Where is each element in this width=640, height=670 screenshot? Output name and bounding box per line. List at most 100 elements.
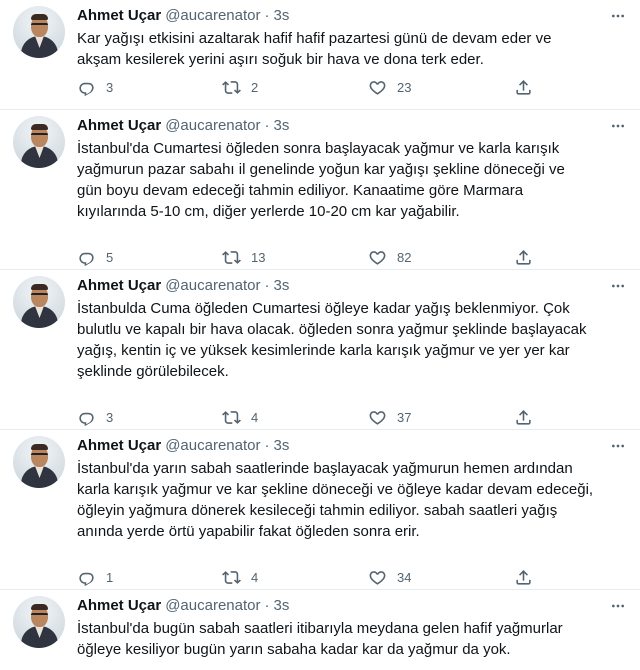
tweet-text-line: öğleyin yağmura dönerek kesileceği tahmi… [77, 502, 558, 519]
reply-count: 1 [106, 569, 114, 585]
tweet-text: İstanbul'da yarın sabah saatlerinde başl… [77, 458, 622, 542]
author-name[interactable]: Ahmet Uçar [77, 7, 161, 24]
tweet-text-line: İstanbul'da bugün sabah saatleri itibarı… [77, 620, 563, 637]
tweet-text-line: yağış, kentin iç ve yüksek kesimlerinde … [77, 342, 570, 359]
retweet-button[interactable]: 4 [222, 567, 258, 587]
retweet-icon [222, 408, 241, 427]
separator-dot: · [264, 7, 270, 24]
reply-button[interactable]: 3 [77, 77, 113, 97]
share-button[interactable] [514, 407, 533, 427]
author-handle[interactable]: @aucarenator [165, 7, 260, 24]
reply-icon [77, 248, 96, 267]
retweet-button[interactable]: 2 [222, 77, 258, 97]
retweet-button[interactable]: 4 [222, 407, 258, 427]
avatar-hair-shape [31, 124, 48, 130]
tweet[interactable]: Ahmet Uçar @aucarenator · 3s İstanbul'da Cum… [0, 110, 640, 270]
tweet-text-line: İstanbul'da yarın sabah saatlerinde başl… [77, 460, 573, 477]
separator-dot: · [264, 117, 270, 134]
avatar[interactable] [13, 596, 65, 648]
tweet-text: İstanbulda Cuma öğleden Cumartesi öğleye… [77, 298, 622, 382]
retweet-icon [222, 248, 241, 267]
tweet-actions: 1 4 34 [77, 567, 547, 587]
retweet-button[interactable]: 13 [222, 247, 265, 267]
avatar-glasses-shape [31, 613, 48, 619]
author-name[interactable]: Ahmet Uçar [77, 277, 161, 294]
share-button[interactable] [514, 77, 533, 97]
tweet[interactable]: Ahmet Uçar @aucarenator · 3s İstanbulda Cuma… [0, 270, 640, 430]
tweet[interactable]: Ahmet Uçar @aucarenator · 3s Kar yağışı etki… [0, 0, 640, 110]
avatar-hair-shape [31, 284, 48, 290]
share-button[interactable] [514, 247, 533, 267]
more-options-icon[interactable] [610, 8, 626, 24]
reply-icon [77, 568, 96, 587]
heart-icon [368, 408, 387, 427]
reply-button[interactable]: 5 [77, 247, 113, 267]
tweet[interactable]: Ahmet Uçar @aucarenator · 3s İstanbul'da bug… [0, 590, 640, 670]
share-button[interactable] [514, 567, 533, 587]
retweet-count: 2 [251, 79, 259, 95]
avatar-hair-shape [31, 604, 48, 610]
more-options-icon[interactable] [610, 438, 626, 454]
retweet-count: 4 [251, 409, 259, 425]
tweet-feed: Ahmet Uçar @aucarenator · 3s Kar yağışı etki… [0, 0, 640, 670]
tweet-text-line: bulutlu ve kapalı bir hava olacak. öğled… [77, 321, 587, 338]
share-icon [514, 568, 533, 587]
heart-icon [368, 78, 387, 97]
tweet-timestamp[interactable]: 3s [273, 597, 289, 614]
like-button[interactable]: 37 [368, 407, 411, 427]
tweet-text-line: yağmurun pazar sabahı il genelinde yoğun… [77, 161, 565, 178]
avatar[interactable] [13, 276, 65, 328]
tweet-actions: 3 4 37 [77, 407, 547, 427]
avatar-hair-shape [31, 444, 48, 450]
reply-icon [77, 408, 96, 427]
author-handle[interactable]: @aucarenator [165, 277, 260, 294]
avatar[interactable] [13, 6, 65, 58]
tweet-text-line: karla karışık yağmur ve kar şekline döne… [77, 481, 594, 498]
tweet-timestamp[interactable]: 3s [273, 7, 289, 24]
tweet-header: Ahmet Uçar @aucarenator · 3s [77, 116, 620, 136]
avatar[interactable] [13, 436, 65, 488]
heart-icon [368, 568, 387, 587]
tweet-text-line: kıyılarında 5-10 cm, diğer yerlerde 10-2… [77, 203, 460, 220]
share-icon [514, 408, 533, 427]
like-button[interactable]: 82 [368, 247, 411, 267]
like-count: 37 [397, 409, 412, 425]
tweet-timestamp[interactable]: 3s [273, 277, 289, 294]
reply-button[interactable]: 1 [77, 567, 113, 587]
tweet-header: Ahmet Uçar @aucarenator · 3s [77, 276, 620, 296]
tweet-header: Ahmet Uçar @aucarenator · 3s [77, 6, 620, 26]
more-options-icon[interactable] [610, 278, 626, 294]
reply-count: 3 [106, 409, 114, 425]
tweet-timestamp[interactable]: 3s [273, 117, 289, 134]
like-button[interactable]: 34 [368, 567, 411, 587]
avatar-glasses-shape [31, 133, 48, 139]
separator-dot: · [264, 437, 270, 454]
author-name[interactable]: Ahmet Uçar [77, 437, 161, 454]
author-handle[interactable]: @aucarenator [165, 117, 260, 134]
tweet-text-line: Kar yağışı etkisini azaltarak hafif hafi… [77, 30, 552, 47]
tweet-actions: 3 2 23 [77, 77, 547, 97]
avatar-hair-shape [31, 14, 48, 20]
more-options-icon[interactable] [610, 598, 626, 614]
separator-dot: · [264, 277, 270, 294]
like-count: 82 [397, 249, 412, 265]
reply-button[interactable]: 3 [77, 407, 113, 427]
like-count: 34 [397, 569, 412, 585]
tweet-text-line: şeklinde görülebilecek. [77, 363, 229, 380]
reply-count: 5 [106, 249, 114, 265]
tweet-text-line: anında yerde örtü yapabilir fakat öğlede… [77, 523, 420, 540]
like-button[interactable]: 23 [368, 77, 411, 97]
tweet-text: İstanbul'da Cumartesi öğleden sonra başl… [77, 138, 622, 222]
tweet-text-line: öğleye kesiliyor bugün yarın sabaha kada… [77, 641, 511, 658]
retweet-count: 13 [251, 249, 266, 265]
author-name[interactable]: Ahmet Uçar [77, 597, 161, 614]
author-handle[interactable]: @aucarenator [165, 597, 260, 614]
avatar[interactable] [13, 116, 65, 168]
tweet[interactable]: Ahmet Uçar @aucarenator · 3s İstanbul'da yar… [0, 430, 640, 590]
separator-dot: · [264, 597, 270, 614]
author-handle[interactable]: @aucarenator [165, 437, 260, 454]
tweet-text-line: gün boyu devam edeceği tahmin ediliyor. … [77, 182, 524, 199]
more-options-icon[interactable] [610, 118, 626, 134]
tweet-timestamp[interactable]: 3s [273, 437, 289, 454]
author-name[interactable]: Ahmet Uçar [77, 117, 161, 134]
